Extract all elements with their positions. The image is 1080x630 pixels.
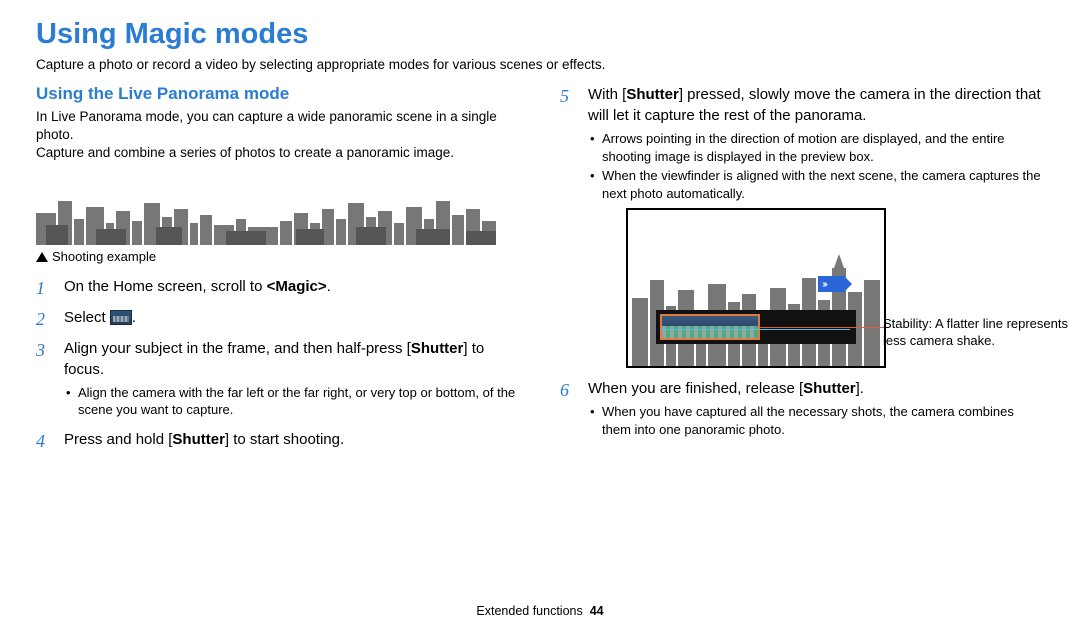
shooting-example-caption: Shooting example <box>36 249 520 264</box>
step-1: On the Home screen, scroll to <Magic>. <box>36 276 520 297</box>
direction-arrow-icon: ››› <box>818 276 844 292</box>
step-3-subnote: Align the camera with the far left or th… <box>64 384 520 419</box>
steps-list-right: With [Shutter] pressed, slowly move the … <box>560 84 1044 438</box>
skyline-illustration <box>36 173 496 245</box>
captured-strip-highlight <box>660 314 760 340</box>
step-4: Press and hold [Shutter] to start shooti… <box>36 429 520 450</box>
desc-line-2: Capture and combine a series of photos t… <box>36 145 454 160</box>
intro-text: Capture a photo or record a video by sel… <box>36 57 1044 72</box>
page-footer: Extended functions 44 <box>0 604 1080 618</box>
preview-frame: ››› <box>626 208 886 368</box>
step-6-subnote: When you have captured all the necessary… <box>588 403 1044 438</box>
panorama-mode-icon <box>110 310 132 325</box>
triangle-up-icon <box>36 252 48 262</box>
two-column-layout: Using the Live Panorama mode In Live Pan… <box>36 84 1044 460</box>
right-column: With [Shutter] pressed, slowly move the … <box>560 84 1044 460</box>
section-description: In Live Panorama mode, you can capture a… <box>36 108 520 163</box>
step-3: Align your subject in the frame, and the… <box>36 338 520 419</box>
desc-line-1: In Live Panorama mode, you can capture a… <box>36 109 497 142</box>
footer-page-number: 44 <box>590 604 604 618</box>
preview-figure-wrap: ››› Stability: A flatter line represents… <box>588 208 1044 368</box>
step-5: With [Shutter] pressed, slowly move the … <box>560 84 1044 368</box>
page-title: Using Magic modes <box>36 18 1044 51</box>
step-5-subnote-1: Arrows pointing in the direction of moti… <box>588 130 1044 165</box>
leader-line <box>760 327 886 328</box>
section-subhead: Using the Live Panorama mode <box>36 84 520 104</box>
step-6: When you are finished, release [Shutter]… <box>560 378 1044 438</box>
stability-annotation: Stability: A flatter line represents les… <box>883 316 1080 350</box>
left-column: Using the Live Panorama mode In Live Pan… <box>36 84 520 460</box>
steps-list-left: On the Home screen, scroll to <Magic>. S… <box>36 276 520 450</box>
step-2: Select . <box>36 307 520 328</box>
footer-section-name: Extended functions <box>476 604 582 618</box>
panorama-example-image <box>36 173 496 245</box>
stability-line <box>660 329 850 330</box>
step-5-subnote-2: When the viewfinder is aligned with the … <box>588 167 1044 202</box>
